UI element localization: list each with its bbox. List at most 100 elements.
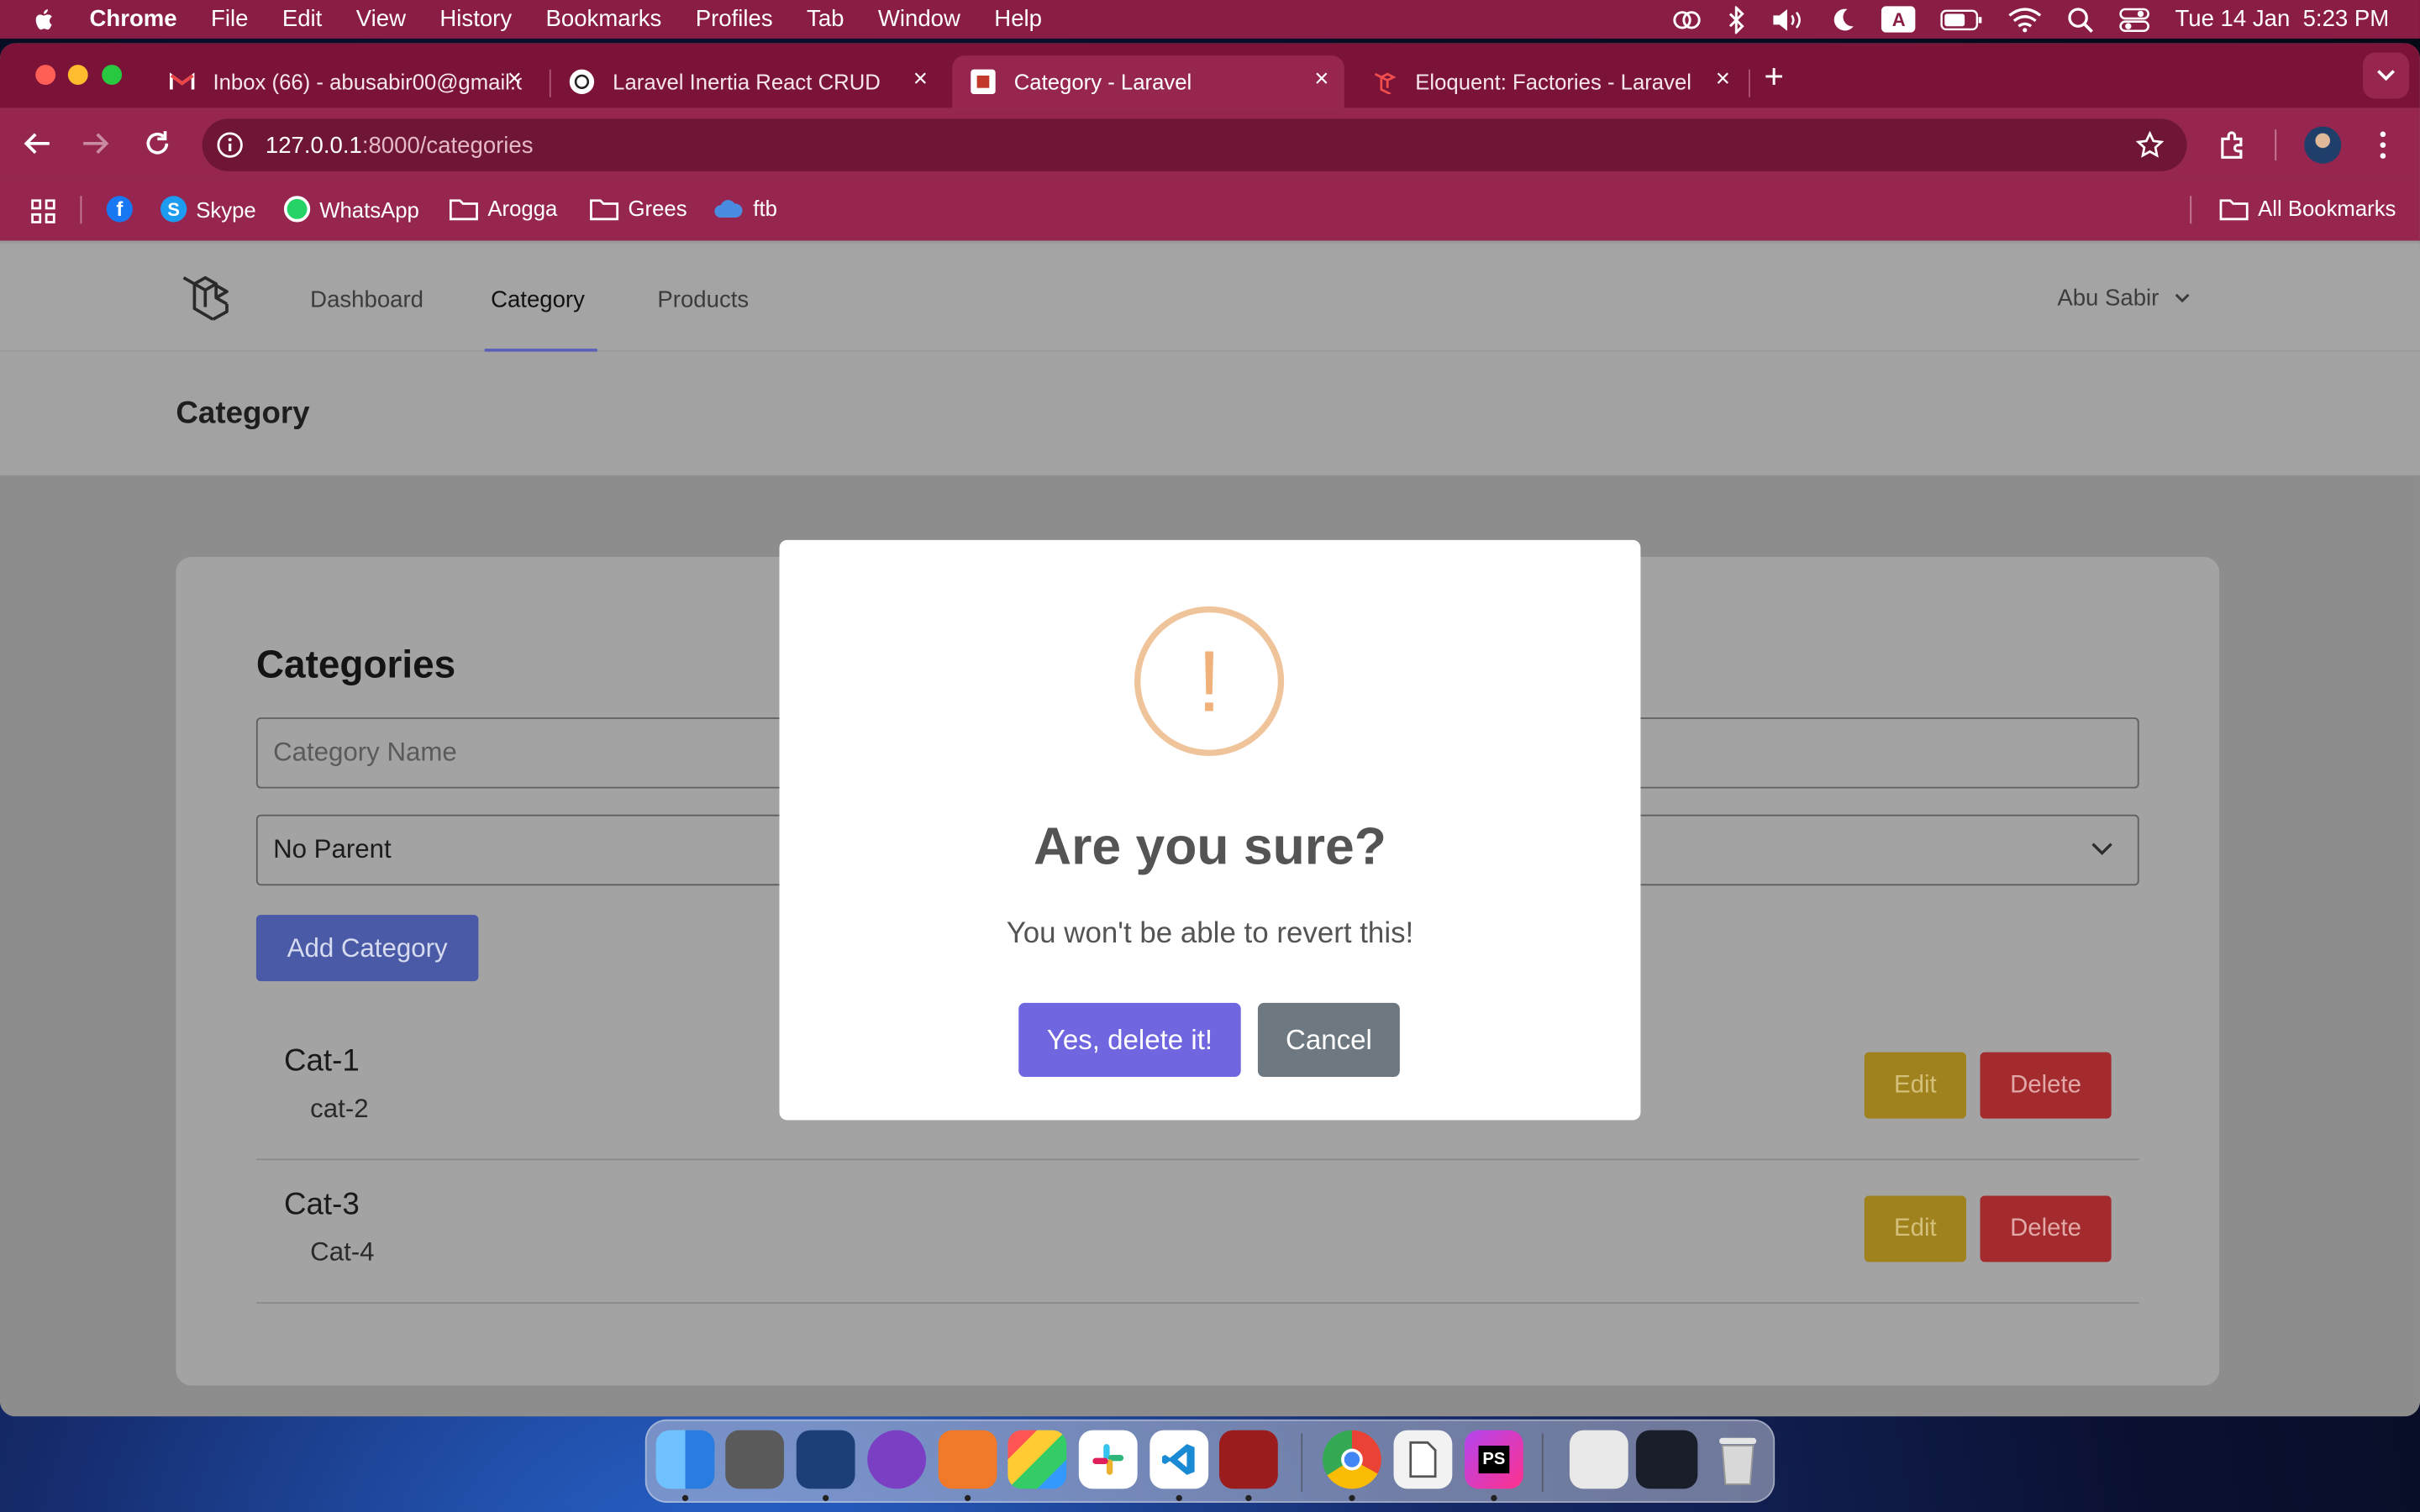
close-icon[interactable]: × [1314, 67, 1328, 92]
edit-button[interactable]: Edit [1864, 1195, 1966, 1263]
input-source-indicator[interactable]: A [1881, 6, 1916, 33]
bookmark-label: WhatsApp [319, 197, 419, 222]
desktop: Chrome File Edit View History Bookmarks … [0, 0, 2420, 1512]
user-name: Abu Sabir [2057, 285, 2160, 312]
bluetooth-icon[interactable] [1728, 5, 1746, 34]
menu-profiles[interactable]: Profiles [696, 6, 773, 32]
creative-cloud-icon[interactable] [1672, 5, 1703, 33]
delete-button[interactable]: Delete [1980, 1195, 2112, 1263]
folder-icon [590, 198, 619, 220]
terminal-window-icon[interactable] [1635, 1430, 1698, 1489]
bookmark-folder-grees[interactable]: Grees [590, 196, 687, 221]
close-icon[interactable]: × [508, 67, 522, 92]
calculator-icon[interactable] [725, 1430, 785, 1489]
menu-bookmarks[interactable]: Bookmarks [546, 6, 662, 32]
dock: PS [644, 1419, 1776, 1503]
menu-file[interactable]: File [211, 6, 248, 32]
bookmarks-divider [2190, 196, 2192, 224]
input-placeholder: Category Name [273, 737, 457, 767]
tab-category-laravel[interactable]: Category - Laravel × [952, 55, 1344, 108]
dialog-message: You won't be able to revert this! [1006, 917, 1414, 951]
dock-separator [1541, 1433, 1544, 1493]
menu-app-name[interactable]: Chrome [90, 6, 177, 32]
minimize-window-button[interactable] [67, 65, 88, 86]
extensions-icon[interactable] [2217, 129, 2249, 160]
apps-grid-icon[interactable] [29, 197, 57, 225]
facebook-icon: f [106, 196, 133, 223]
all-bookmarks[interactable]: All Bookmarks [2219, 196, 2396, 221]
tab-search-button[interactable] [2362, 52, 2410, 99]
tab-title: Laravel Inertia React CRUD [613, 69, 881, 95]
back-arrow-icon[interactable] [24, 131, 51, 155]
github-desktop-icon[interactable] [867, 1430, 927, 1489]
tab-divider [1748, 69, 1750, 97]
finder-icon[interactable] [655, 1430, 715, 1489]
forward-arrow-icon[interactable] [82, 131, 109, 155]
volume-icon[interactable] [1770, 5, 1804, 33]
tab-eloquent-factories[interactable]: Eloquent: Factories - Laravel 11.x × [1354, 55, 1746, 108]
apple-icon[interactable] [31, 5, 59, 33]
site-info-icon[interactable] [216, 131, 244, 159]
reload-icon[interactable] [144, 129, 171, 157]
bookmark-ftb[interactable]: ftb [713, 196, 777, 221]
moon-icon[interactable] [1829, 5, 1857, 33]
phpstorm-icon[interactable]: PS [1465, 1430, 1523, 1489]
tab-gmail[interactable]: Inbox (66) - abusabir00@gmail.com × [151, 55, 537, 108]
profile-avatar[interactable] [2304, 126, 2342, 164]
page-header: Category [0, 351, 2420, 477]
menu-view[interactable]: View [356, 6, 406, 32]
nav-dashboard[interactable]: Dashboard [310, 287, 424, 313]
cancel-button[interactable]: Cancel [1257, 1002, 1400, 1078]
add-category-button[interactable]: Add Category [255, 915, 479, 982]
gmail-icon [170, 70, 195, 94]
menu-history[interactable]: History [439, 6, 512, 32]
more-menu-icon[interactable] [2372, 129, 2394, 160]
confirm-delete-dialog: ! Are you sure? You won't be able to rev… [779, 539, 1641, 1121]
delete-button[interactable]: Delete [1980, 1052, 2112, 1119]
wifi-icon[interactable] [2008, 7, 2042, 32]
bookmark-whatsapp[interactable]: WhatsApp [283, 196, 419, 223]
trash-icon[interactable] [1708, 1431, 1767, 1489]
bookmark-folder-arogga[interactable]: Arogga [449, 196, 557, 221]
bookmark-skype[interactable]: S Skype [160, 196, 256, 223]
spotlight-search-icon[interactable] [2067, 5, 2095, 33]
subcategory-name: cat-2 [310, 1094, 369, 1124]
bookmark-star-icon[interactable] [2135, 131, 2165, 159]
folder-icon [2219, 198, 2249, 220]
dialog-title: Are you sure? [1034, 817, 1386, 877]
folder-icon [449, 198, 478, 220]
pen-app-icon[interactable] [938, 1430, 997, 1489]
bookmark-facebook[interactable]: f [106, 196, 142, 223]
tab-chatgpt[interactable]: Laravel Inertia React CRUD × [551, 55, 944, 108]
notes-app-icon[interactable] [796, 1430, 855, 1489]
control-center-icon[interactable] [2119, 5, 2150, 33]
textedit-icon[interactable] [1393, 1430, 1453, 1489]
user-menu[interactable]: Abu Sabir [2057, 286, 2190, 312]
chrome-icon[interactable] [1323, 1430, 1381, 1489]
battery-icon[interactable] [1940, 8, 1983, 30]
new-tab-button[interactable]: + [1764, 57, 1784, 97]
edit-button[interactable]: Edit [1864, 1052, 1966, 1119]
menu-edit[interactable]: Edit [282, 6, 322, 32]
cloud-icon [714, 200, 743, 218]
address-bar[interactable]: 127.0.0.1:8000/categories [202, 118, 2187, 171]
nav-products[interactable]: Products [657, 287, 749, 313]
close-window-button[interactable] [35, 65, 56, 86]
menu-clock[interactable]: Tue 14 Jan 5:23 PM [2175, 6, 2389, 32]
menu-help[interactable]: Help [994, 6, 1042, 32]
archive-icon[interactable] [1569, 1430, 1628, 1489]
menu-window[interactable]: Window [878, 6, 960, 32]
url-host: 127.0.0.1 [265, 132, 362, 159]
laravel-logo-icon[interactable] [179, 269, 234, 324]
menu-tab[interactable]: Tab [807, 6, 844, 32]
close-icon[interactable]: × [913, 67, 928, 92]
nav-category[interactable]: Category [491, 287, 585, 313]
close-icon[interactable]: × [1716, 67, 1730, 92]
confirm-delete-button[interactable]: Yes, delete it! [1018, 1002, 1241, 1078]
bookmark-label: ftb [753, 196, 777, 221]
zoom-window-button[interactable] [102, 65, 123, 86]
launchpad-icon[interactable] [1007, 1430, 1067, 1489]
vscode-icon[interactable] [1150, 1430, 1209, 1489]
slack-icon[interactable] [1078, 1430, 1138, 1489]
database-icon[interactable] [1218, 1430, 1278, 1489]
